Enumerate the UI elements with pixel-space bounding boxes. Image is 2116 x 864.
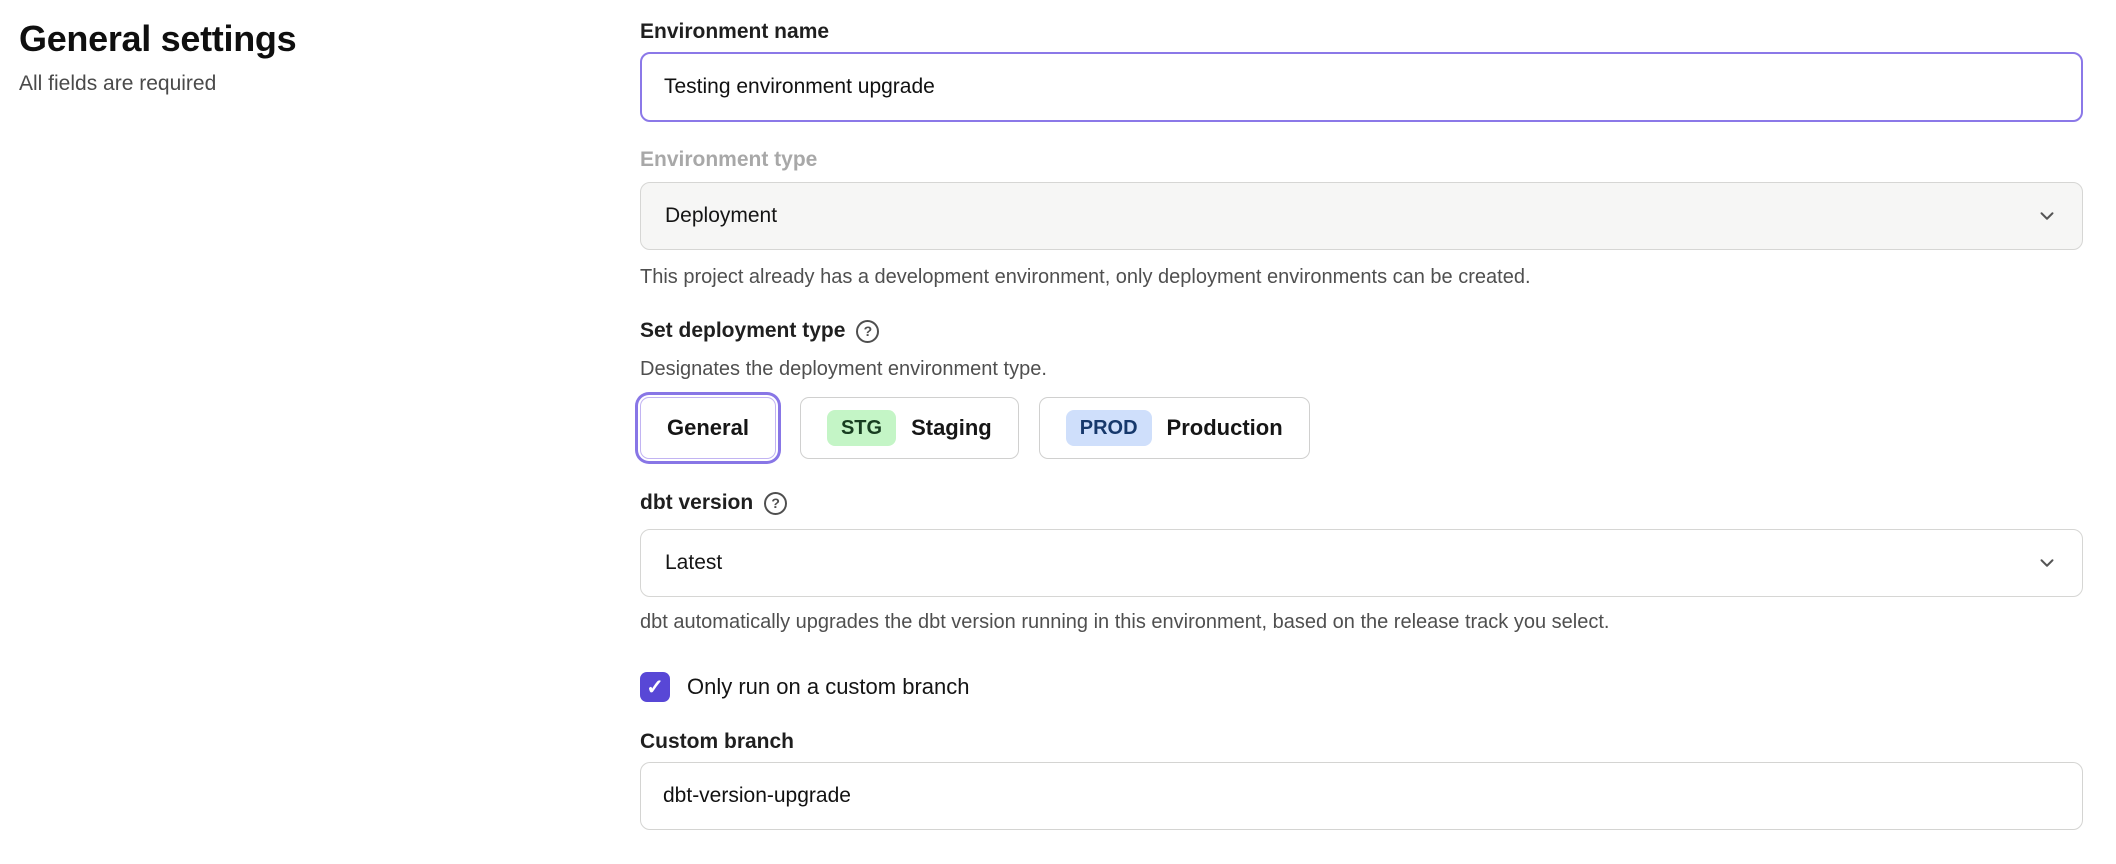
settings-form: Environment name Environment type Deploy… xyxy=(640,0,2083,830)
page-header: General settings All fields are required xyxy=(0,0,640,96)
deployment-type-production-button[interactable]: PROD Production xyxy=(1039,397,1310,459)
deployment-type-label: Set deployment type xyxy=(640,319,845,343)
page-title: General settings xyxy=(19,18,640,60)
staging-badge: STG xyxy=(827,410,896,446)
chevron-down-icon xyxy=(2036,205,2058,227)
dbt-version-label: dbt version xyxy=(640,491,753,515)
custom-branch-checkbox-label: Only run on a custom branch xyxy=(687,674,969,700)
checkmark-icon: ✓ xyxy=(646,677,664,698)
environment-name-input[interactable] xyxy=(640,52,2083,122)
deployment-type-helper: Designates the deployment environment ty… xyxy=(640,357,2083,381)
environment-type-label: Environment type xyxy=(640,148,2083,172)
dbt-version-helper: dbt automatically upgrades the dbt versi… xyxy=(640,610,2083,634)
chevron-down-icon xyxy=(2036,552,2058,574)
deployment-type-general-label: General xyxy=(667,415,749,441)
production-badge: PROD xyxy=(1066,410,1152,446)
environment-type-helper: This project already has a development e… xyxy=(640,265,2083,289)
help-icon[interactable]: ? xyxy=(764,492,787,515)
deployment-type-options: General STG Staging PROD Production xyxy=(640,397,2083,459)
environment-name-label: Environment name xyxy=(640,20,2083,44)
dbt-version-value: Latest xyxy=(665,551,722,575)
environment-type-value: Deployment xyxy=(665,204,777,228)
settings-page: General settings All fields are required… xyxy=(0,0,2116,830)
deployment-type-label-row: Set deployment type ? xyxy=(640,319,2083,343)
custom-branch-label: Custom branch xyxy=(640,730,2083,754)
deployment-type-staging-button[interactable]: STG Staging xyxy=(800,397,1019,459)
custom-branch-checkbox[interactable]: ✓ xyxy=(640,672,670,702)
custom-branch-input[interactable] xyxy=(640,762,2083,830)
deployment-type-staging-label: Staging xyxy=(911,415,992,441)
environment-type-select[interactable]: Deployment xyxy=(640,182,2083,250)
dbt-version-label-row: dbt version ? xyxy=(640,491,2083,515)
dbt-version-select[interactable]: Latest xyxy=(640,529,2083,597)
deployment-type-production-label: Production xyxy=(1167,415,1283,441)
page-subtitle: All fields are required xyxy=(19,72,640,96)
help-icon[interactable]: ? xyxy=(856,320,879,343)
deployment-type-general-button[interactable]: General xyxy=(640,397,776,459)
custom-branch-toggle-row: ✓ Only run on a custom branch xyxy=(640,672,2083,702)
